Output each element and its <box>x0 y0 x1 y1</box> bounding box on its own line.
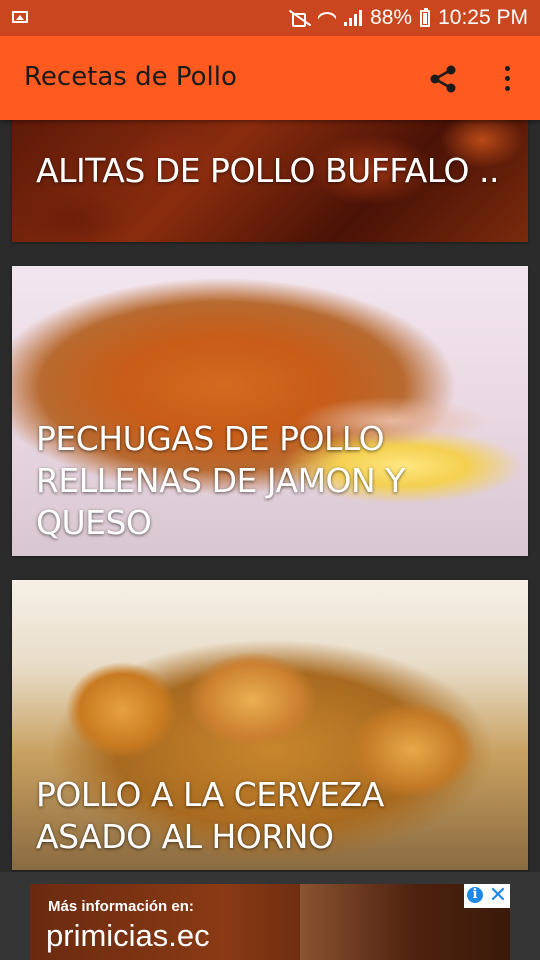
signal-icon <box>344 10 363 26</box>
ad-banner[interactable]: Más información en: primicias.ec i ✕ <box>30 884 510 960</box>
info-icon[interactable]: i <box>467 887 483 903</box>
recipe-card[interactable]: POLLO A LA CERVEZA ASADO AL HORNO <box>12 580 528 870</box>
clock: 10:25 PM <box>438 6 528 29</box>
recipe-card[interactable]: PECHUGAS DE POLLO RELLENAS DE JAMON Y QU… <box>12 266 528 556</box>
recipe-card[interactable]: ALITAS DE POLLO BUFFALO .. <box>12 120 528 242</box>
ad-choices[interactable]: i ✕ <box>464 884 510 908</box>
ad-line-1: Más información en: <box>48 898 194 915</box>
image-icon <box>12 11 28 23</box>
status-bar: 88% 10:25 PM <box>0 0 540 36</box>
app-title: Recetas de Pollo <box>24 62 237 92</box>
wifi-icon <box>318 10 336 26</box>
ad-line-2: primicias.ec <box>46 918 210 953</box>
ad-image <box>300 884 420 960</box>
status-icons: 88% 10:25 PM <box>288 0 528 36</box>
ad-bar: Más información en: primicias.ec i ✕ <box>0 872 540 960</box>
recipe-title: PECHUGAS DE POLLO RELLENAS DE JAMON Y QU… <box>36 419 405 542</box>
battery-percent: 88% <box>370 6 413 29</box>
close-icon[interactable]: ✕ <box>488 884 508 906</box>
recipe-title: ALITAS DE POLLO BUFFALO .. <box>36 151 499 190</box>
battery-icon <box>420 7 431 27</box>
app-bar: Recetas de Pollo <box>0 36 540 120</box>
recipe-title: POLLO A LA CERVEZA ASADO AL HORNO <box>36 775 384 856</box>
mute-icon <box>288 10 310 27</box>
more-vert-icon <box>505 66 510 71</box>
share-icon <box>430 65 456 93</box>
recipe-list[interactable]: ALITAS DE POLLO BUFFALO .. PECHUGAS DE P… <box>0 120 540 872</box>
more-options-button[interactable] <box>490 58 524 98</box>
share-button[interactable] <box>420 58 466 98</box>
